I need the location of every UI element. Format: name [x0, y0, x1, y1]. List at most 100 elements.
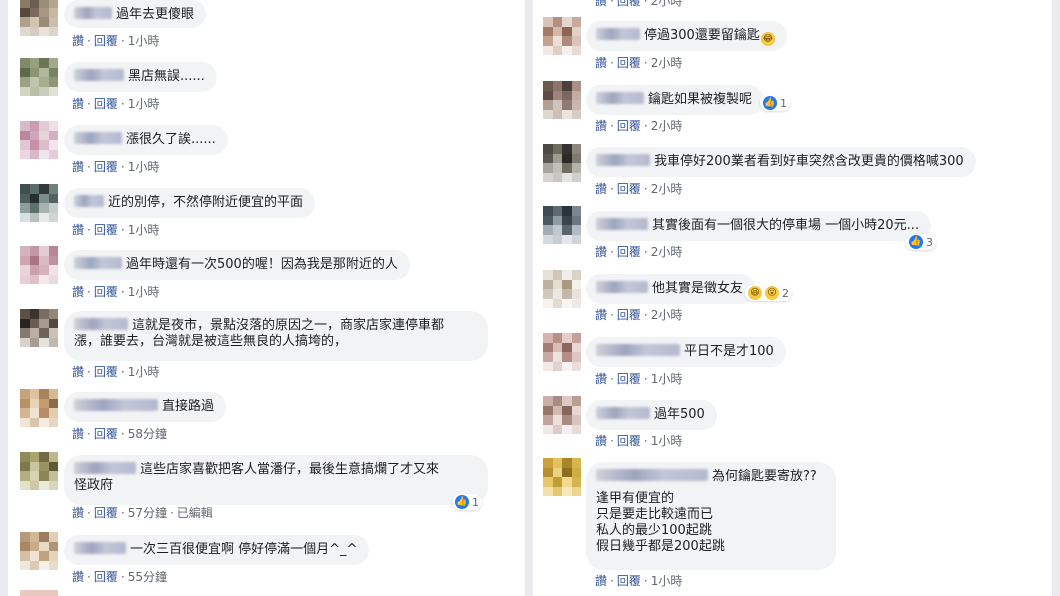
reply-link[interactable]: 回覆: [617, 0, 641, 8]
commenter-name[interactable]: [74, 7, 112, 19]
avatar[interactable]: [20, 532, 58, 570]
comment-time[interactable]: 1小時: [651, 372, 683, 386]
comment-bubble: 過年時還有一次500的喔！因為我是那附近的人: [64, 250, 410, 280]
avatar[interactable]: [20, 452, 58, 490]
comment-text: 我車停好200業者看到好車突然含改更貴的價格喊300: [654, 154, 964, 169]
avatar[interactable]: [20, 184, 58, 222]
reaction-summary[interactable]: 👍 3: [906, 234, 936, 250]
commenter-name[interactable]: [74, 462, 136, 474]
comment-time[interactable]: 55分鐘: [128, 570, 167, 584]
comment-time[interactable]: 1小時: [651, 574, 683, 588]
comment-time[interactable]: 2小時: [651, 0, 683, 8]
commenter-name[interactable]: [596, 407, 650, 419]
reply-link[interactable]: 回覆: [94, 506, 118, 520]
commenter-name[interactable]: [74, 195, 104, 207]
reply-link[interactable]: 回覆: [617, 434, 641, 448]
reaction-summary[interactable]: 👍 1: [452, 494, 482, 510]
avatar[interactable]: [20, 309, 58, 347]
reply-link[interactable]: 回覆: [94, 34, 118, 48]
reaction-summary[interactable]: 👍 1: [760, 95, 790, 111]
avatar[interactable]: [543, 81, 581, 119]
comment-time[interactable]: 2小時: [651, 245, 683, 259]
commenter-name[interactable]: [596, 92, 644, 104]
comment-time[interactable]: 1小時: [128, 285, 160, 299]
reply-link[interactable]: 回覆: [617, 56, 641, 70]
avatar[interactable]: [543, 270, 581, 308]
like-link[interactable]: 讚: [72, 160, 84, 174]
commenter-name[interactable]: [596, 281, 648, 293]
like-link[interactable]: 讚: [595, 182, 607, 196]
comment-text: 近的別停，不然停附近便宜的平面: [108, 195, 304, 210]
edited-label[interactable]: 已編輯: [177, 506, 213, 520]
commenter-name[interactable]: [74, 257, 122, 269]
like-link[interactable]: 讚: [595, 245, 607, 259]
like-link[interactable]: 讚: [72, 506, 84, 520]
avatar[interactable]: [20, 389, 58, 427]
comment-time[interactable]: 1小時: [128, 34, 160, 48]
comment-time[interactable]: 2小時: [651, 308, 683, 322]
comment-time[interactable]: 1小時: [128, 160, 160, 174]
like-link[interactable]: 讚: [72, 34, 84, 48]
like-link[interactable]: 讚: [595, 372, 607, 386]
reply-link[interactable]: 回覆: [617, 372, 641, 386]
like-link[interactable]: 讚: [72, 285, 84, 299]
comment-text-line-1: 為何鑰匙要寄放??: [712, 469, 817, 484]
reply-link[interactable]: 回覆: [617, 574, 641, 588]
comment-time[interactable]: 1小時: [651, 434, 683, 448]
comment-time[interactable]: 58分鐘: [128, 427, 167, 441]
commenter-name[interactable]: [74, 318, 128, 330]
comment-time[interactable]: 2小時: [651, 119, 683, 133]
avatar[interactable]: [20, 0, 58, 36]
comment-time[interactable]: 1小時: [128, 365, 160, 379]
comment-text: 漲很久了誒......: [126, 132, 216, 147]
comment-time[interactable]: 1小時: [128, 223, 160, 237]
avatar[interactable]: [543, 206, 581, 244]
like-link[interactable]: 讚: [72, 365, 84, 379]
like-link[interactable]: 讚: [595, 434, 607, 448]
like-link[interactable]: 讚: [72, 570, 84, 584]
like-link[interactable]: 讚: [595, 56, 607, 70]
reply-link[interactable]: 回覆: [94, 160, 118, 174]
avatar[interactable]: [543, 144, 581, 182]
avatar[interactable]: [543, 458, 581, 496]
comment-time[interactable]: 57分鐘: [128, 506, 167, 520]
reply-link[interactable]: 回覆: [94, 427, 118, 441]
reply-link[interactable]: 回覆: [94, 223, 118, 237]
reply-link[interactable]: 回覆: [617, 245, 641, 259]
reply-link[interactable]: 回覆: [94, 365, 118, 379]
reply-link[interactable]: 回覆: [617, 182, 641, 196]
commenter-name[interactable]: [74, 399, 158, 411]
reply-link[interactable]: 回覆: [94, 285, 118, 299]
avatar[interactable]: [543, 396, 581, 434]
commenter-name[interactable]: [596, 344, 680, 356]
avatar[interactable]: [20, 590, 58, 596]
like-link[interactable]: 讚: [595, 119, 607, 133]
like-link[interactable]: 讚: [72, 223, 84, 237]
commenter-name[interactable]: [596, 154, 650, 166]
like-link[interactable]: 讚: [72, 97, 84, 111]
avatar[interactable]: [543, 17, 581, 55]
like-link[interactable]: 讚: [595, 0, 607, 8]
commenter-name[interactable]: [596, 218, 648, 230]
comment-time[interactable]: 2小時: [651, 182, 683, 196]
avatar[interactable]: [20, 121, 58, 159]
commenter-name[interactable]: [596, 469, 708, 481]
avatar[interactable]: [543, 333, 581, 371]
reply-link[interactable]: 回覆: [617, 119, 641, 133]
commenter-name[interactable]: [596, 28, 640, 40]
reply-link[interactable]: 回覆: [94, 97, 118, 111]
comment-time[interactable]: 1小時: [128, 97, 160, 111]
like-link[interactable]: 讚: [72, 427, 84, 441]
comment-bubble: 其實後面有一個很大的停車場 一個小時20元...: [586, 211, 932, 241]
avatar[interactable]: [20, 246, 58, 284]
commenter-name[interactable]: [74, 132, 122, 144]
like-link[interactable]: 讚: [595, 308, 607, 322]
reply-link[interactable]: 回覆: [94, 570, 118, 584]
reaction-summary[interactable]: 😆 😮 2: [745, 285, 792, 301]
comment-time[interactable]: 2小時: [651, 56, 683, 70]
avatar[interactable]: [20, 58, 58, 96]
commenter-name[interactable]: [74, 69, 124, 81]
like-link[interactable]: 讚: [595, 574, 607, 588]
reply-link[interactable]: 回覆: [617, 308, 641, 322]
commenter-name[interactable]: [74, 542, 126, 554]
